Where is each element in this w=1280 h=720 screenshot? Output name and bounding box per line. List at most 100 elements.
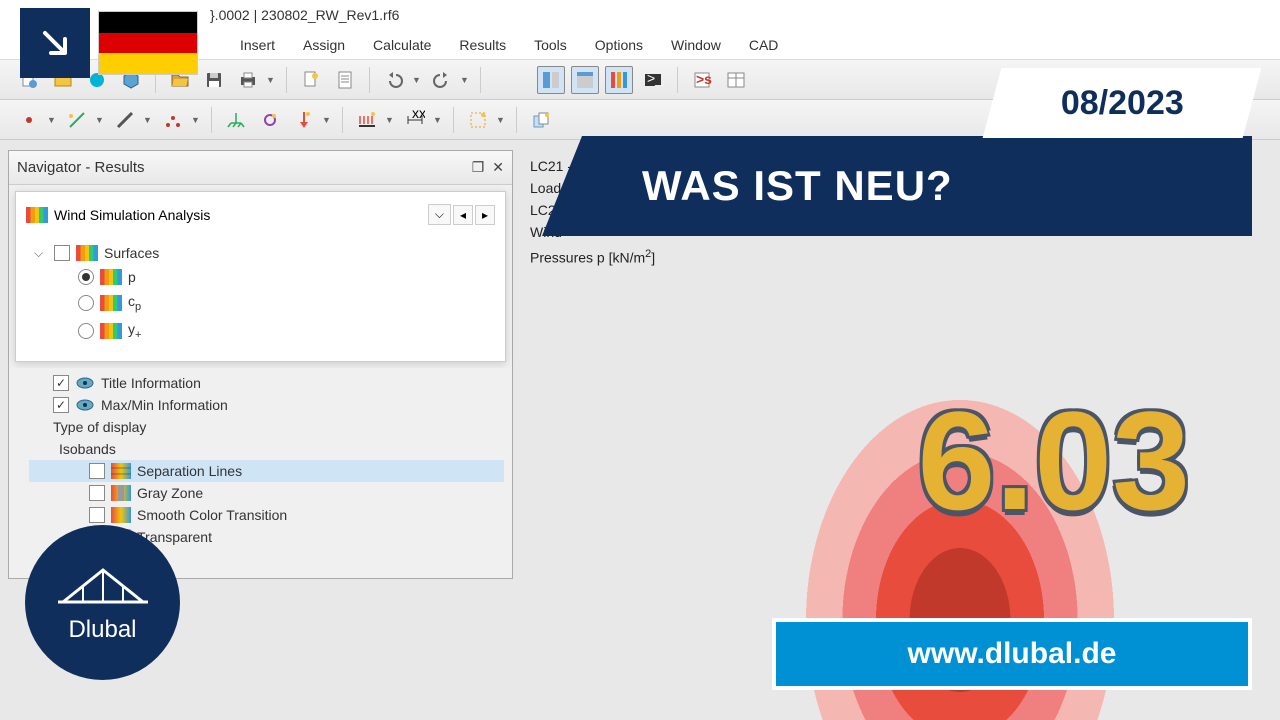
redo-icon[interactable] xyxy=(428,66,456,94)
tree-surfaces[interactable]: ⌵ Surfaces xyxy=(34,241,487,265)
document-icon[interactable] xyxy=(331,66,359,94)
dropdown-icon[interactable]: ▼ xyxy=(385,115,395,125)
tree-gray-zone[interactable]: Gray Zone xyxy=(29,482,504,504)
script-icon[interactable]: >sc xyxy=(688,66,716,94)
radio[interactable] xyxy=(78,323,94,339)
save-icon[interactable] xyxy=(200,66,228,94)
tree-maxmin-info[interactable]: Max/Min Information xyxy=(29,394,504,416)
dropdown-icon[interactable]: ▼ xyxy=(433,115,443,125)
console-icon[interactable]: >_ xyxy=(639,66,667,94)
svg-text:>sc: >sc xyxy=(696,71,712,87)
node-icon[interactable] xyxy=(15,106,43,134)
menu-cad[interactable]: CAD xyxy=(749,37,779,53)
menu-tools[interactable]: Tools xyxy=(534,37,567,53)
new-doc-icon[interactable] xyxy=(297,66,325,94)
toolbar-separator xyxy=(286,67,287,93)
tree-label: Type of display xyxy=(53,419,146,435)
toolbar-separator xyxy=(453,107,454,133)
checkbox[interactable] xyxy=(53,375,69,391)
checkbox[interactable] xyxy=(89,507,105,523)
menu-assign[interactable]: Assign xyxy=(303,37,345,53)
navigator-title: Navigator - Results xyxy=(17,159,145,176)
detach-icon[interactable]: ❐ xyxy=(472,159,485,176)
panel1-icon[interactable] xyxy=(537,66,565,94)
toolbar-separator xyxy=(211,107,212,133)
tree-yplus[interactable]: y+ xyxy=(34,317,487,345)
tree-label: Gray Zone xyxy=(137,485,203,501)
eye-icon xyxy=(75,375,95,391)
radio[interactable] xyxy=(78,295,94,311)
dropdown-icon[interactable]: ▼ xyxy=(47,115,57,125)
analysis-dropdown-icon[interactable]: ⌵ xyxy=(428,204,451,225)
logo-text: Dlubal xyxy=(68,616,136,644)
expand-icon[interactable]: ⌵ xyxy=(34,246,48,261)
panel3-icon[interactable] xyxy=(605,66,633,94)
menu-options[interactable]: Options xyxy=(595,37,643,53)
checkbox[interactable] xyxy=(53,397,69,413)
menu-window[interactable]: Window xyxy=(671,37,721,53)
menu-insert[interactable]: Insert xyxy=(240,37,275,53)
version-number: 6.03 xyxy=(918,380,1190,542)
tree-label: Surfaces xyxy=(104,245,159,261)
load-point-icon[interactable] xyxy=(290,106,318,134)
url-text: www.dlubal.de xyxy=(908,637,1117,671)
gradient-icon xyxy=(111,485,131,501)
dropdown-icon[interactable]: ▼ xyxy=(191,115,201,125)
load-line-icon[interactable] xyxy=(353,106,381,134)
checkbox[interactable] xyxy=(89,485,105,501)
select-icon[interactable] xyxy=(464,106,492,134)
close-icon[interactable]: ✕ xyxy=(492,159,504,176)
table-icon[interactable] xyxy=(722,66,750,94)
menu-results[interactable]: Results xyxy=(459,37,506,53)
toolbar-separator xyxy=(480,67,481,93)
tree-smooth[interactable]: Smooth Color Transition xyxy=(29,504,504,526)
checkbox[interactable] xyxy=(54,245,70,261)
nodes-icon[interactable] xyxy=(159,106,187,134)
dropdown-icon[interactable]: ▼ xyxy=(143,115,153,125)
next-icon[interactable]: ▸ xyxy=(475,205,495,225)
dropdown-icon[interactable]: ▼ xyxy=(460,75,470,85)
print-icon[interactable] xyxy=(234,66,262,94)
undo-icon[interactable] xyxy=(380,66,408,94)
dropdown-icon[interactable]: ▼ xyxy=(496,115,506,125)
dropdown-icon[interactable]: ▼ xyxy=(412,75,422,85)
gradient-icon xyxy=(111,507,131,523)
tree-type-display[interactable]: Type of display xyxy=(29,416,504,438)
panel2-icon[interactable] xyxy=(571,66,599,94)
toolbar-separator xyxy=(369,67,370,93)
tree-isobands[interactable]: Isobands xyxy=(29,438,504,460)
support-icon[interactable] xyxy=(222,106,250,134)
tree-label: Separation Lines xyxy=(137,463,242,479)
results-icon xyxy=(100,295,122,311)
line-icon[interactable] xyxy=(63,106,91,134)
prev-icon[interactable]: ◂ xyxy=(453,205,473,225)
dropdown-icon[interactable]: ▼ xyxy=(95,115,105,125)
tree-label: Title Information xyxy=(101,375,201,391)
tree-label: cp xyxy=(128,293,141,313)
tree-cp[interactable]: cp xyxy=(34,289,487,317)
menu-calculate[interactable]: Calculate xyxy=(373,37,431,53)
member-icon[interactable] xyxy=(111,106,139,134)
results-icon xyxy=(26,207,48,223)
results-icon xyxy=(100,323,122,339)
date-banner: 08/2023 xyxy=(983,68,1262,138)
checkbox[interactable] xyxy=(89,463,105,479)
eye-icon xyxy=(75,397,95,413)
radio[interactable] xyxy=(78,269,94,285)
arrow-badge xyxy=(20,8,90,78)
dropdown-icon[interactable]: ▼ xyxy=(322,115,332,125)
toolbar-separator xyxy=(677,67,678,93)
url-banner: www.dlubal.de xyxy=(772,618,1252,690)
date-text: 08/2023 xyxy=(1061,84,1184,123)
hinge-icon[interactable] xyxy=(256,106,284,134)
dropdown-icon[interactable]: ▼ xyxy=(266,75,276,85)
tree-label: y+ xyxy=(128,321,141,341)
tree-separation-lines[interactable]: Separation Lines xyxy=(29,460,504,482)
copy-icon[interactable] xyxy=(527,106,555,134)
flag-corner xyxy=(20,8,198,78)
tree-title-info[interactable]: Title Information xyxy=(29,372,504,394)
tree-p[interactable]: p xyxy=(34,265,487,289)
dlubal-logo: Dlubal xyxy=(25,525,180,680)
dimension-icon[interactable]: xx xyxy=(401,106,429,134)
info-line: Pressures p [kN/m2] xyxy=(530,243,655,269)
